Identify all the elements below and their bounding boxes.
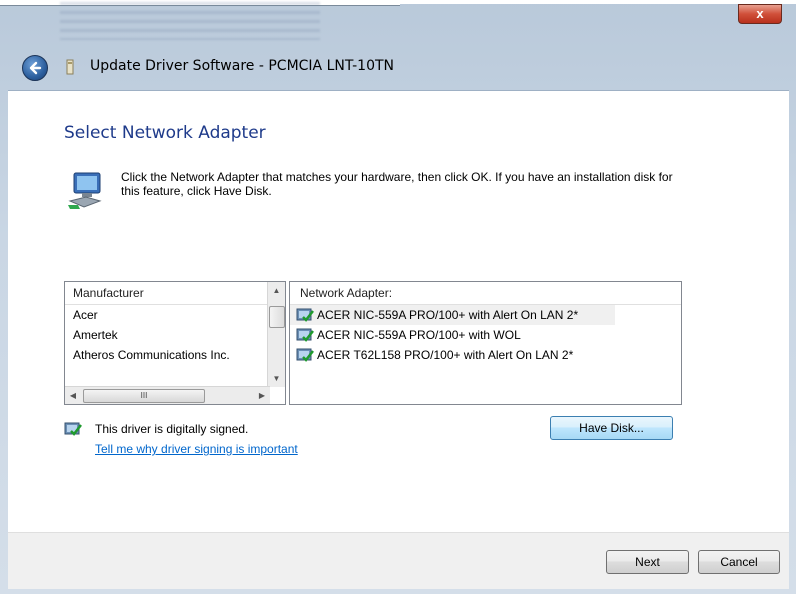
footer-bar: Next Cancel bbox=[8, 532, 789, 589]
cancel-button[interactable]: Cancel bbox=[698, 550, 780, 574]
driver-signing-link[interactable]: Tell me why driver signing is important bbox=[95, 442, 298, 456]
top-edge-right bbox=[400, 0, 796, 4]
manufacturer-horizontal-scrollbar[interactable]: ◀ III ▶ bbox=[65, 386, 270, 404]
back-arrow-icon bbox=[29, 61, 42, 75]
scroll-thumb[interactable] bbox=[269, 306, 285, 328]
adapter-list-header: Network Adapter: bbox=[290, 282, 681, 305]
content-panel: Select Network Adapter Click the Network… bbox=[8, 90, 789, 533]
next-button[interactable]: Next bbox=[606, 550, 689, 574]
list-item[interactable]: ACER T62L158 PRO/100+ with Alert On LAN … bbox=[290, 345, 681, 365]
scroll-up-icon[interactable]: ▲ bbox=[268, 282, 285, 299]
back-button[interactable] bbox=[22, 55, 48, 81]
window-title: Update Driver Software - PCMCIA LNT-10TN bbox=[90, 58, 395, 74]
horizontal-scroll-thumb[interactable]: III bbox=[83, 389, 205, 403]
adapter-name: ACER T62L158 PRO/100+ with Alert On LAN … bbox=[317, 348, 574, 362]
manufacturer-list[interactable]: Manufacturer Acer Amertek Atheros Commun… bbox=[64, 281, 286, 405]
instructions-text: Click the Network Adapter that matches y… bbox=[121, 170, 673, 198]
close-icon: x bbox=[756, 6, 764, 21]
signed-driver-icon bbox=[296, 308, 314, 322]
signed-driver-icon bbox=[296, 328, 314, 342]
scroll-left-icon[interactable]: ◀ bbox=[65, 387, 81, 404]
close-button[interactable]: x bbox=[738, 4, 782, 24]
signed-driver-icon bbox=[296, 348, 314, 362]
network-adapter-icon bbox=[68, 172, 102, 209]
manufacturer-vertical-scrollbar[interactable]: ▲ ▼ bbox=[267, 282, 285, 387]
adapter-name: ACER NIC-559A PRO/100+ with WOL bbox=[317, 328, 521, 342]
network-adapter-list[interactable]: Network Adapter: ACER NIC-559A PRO/100+ … bbox=[289, 281, 682, 405]
list-item[interactable]: ACER NIC-559A PRO/100+ with Alert On LAN… bbox=[290, 305, 615, 325]
manufacturer-list-header: Manufacturer bbox=[65, 282, 285, 305]
list-item[interactable]: Atheros Communications Inc. bbox=[65, 345, 285, 365]
device-icon bbox=[66, 59, 74, 75]
scroll-right-icon[interactable]: ▶ bbox=[254, 387, 270, 404]
list-item[interactable]: Amertek bbox=[65, 325, 285, 345]
window-frame: x Update Driver Software - PCMCIA LNT-10… bbox=[0, 0, 796, 594]
list-item[interactable]: ACER NIC-559A PRO/100+ with WOL bbox=[290, 325, 681, 345]
scroll-down-icon[interactable]: ▼ bbox=[268, 370, 285, 387]
signed-driver-icon bbox=[64, 422, 82, 436]
page-heading: Select Network Adapter bbox=[64, 123, 266, 143]
list-item[interactable]: Acer bbox=[65, 305, 285, 325]
signing-status: This driver is digitally signed. bbox=[95, 422, 249, 436]
adapter-name: ACER NIC-559A PRO/100+ with Alert On LAN… bbox=[317, 308, 579, 322]
have-disk-button[interactable]: Have Disk... bbox=[550, 416, 673, 440]
background-blur bbox=[60, 2, 320, 40]
